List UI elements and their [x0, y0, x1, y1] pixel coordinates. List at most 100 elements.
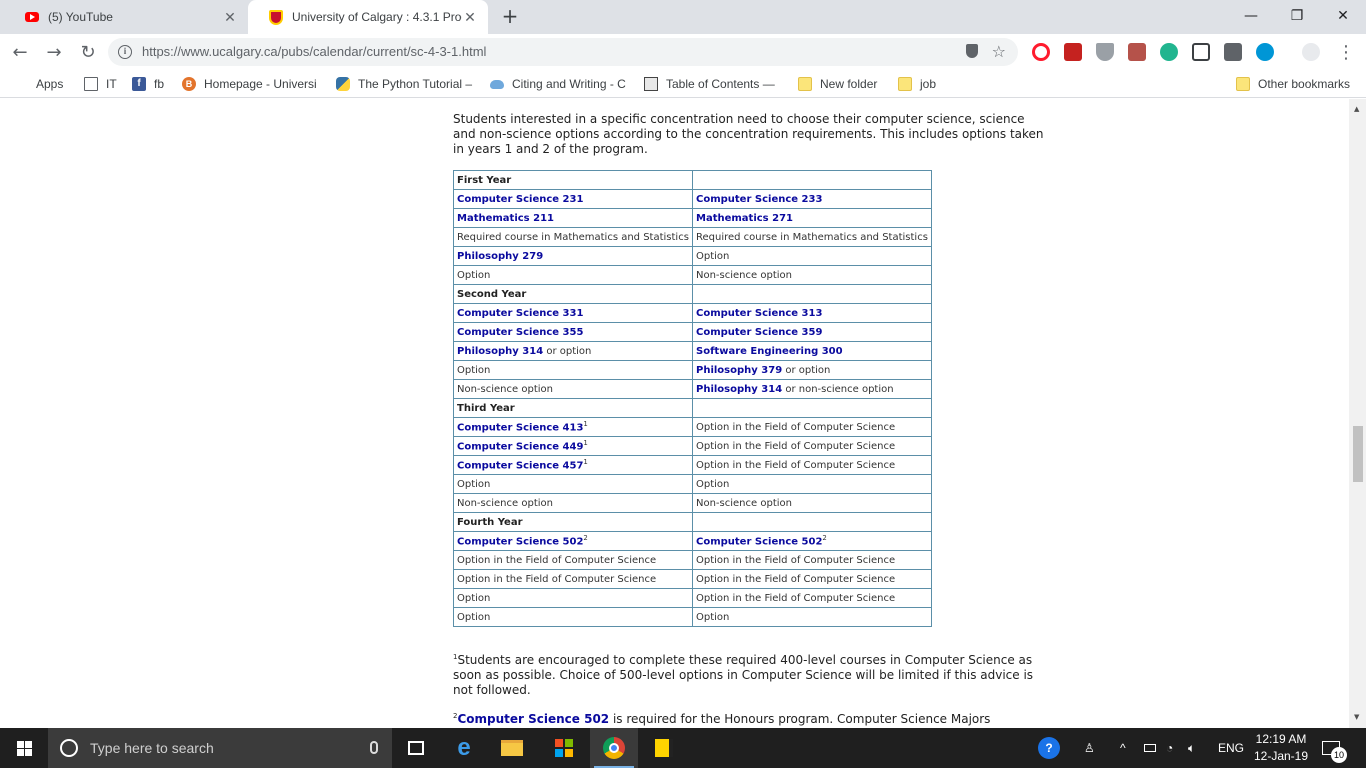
bookmark-apps[interactable]: Apps — [14, 75, 63, 93]
bookmark-citing-writing[interactable]: Citing and Writing - C — [490, 75, 626, 93]
volume-tray-icon[interactable]: 🔈︎ — [1188, 728, 1195, 768]
bookmark-homepage[interactable]: B Homepage - Universi — [182, 75, 317, 93]
shield-icon[interactable] — [966, 44, 978, 58]
wifi-tray-icon[interactable]: ◔ — [1166, 728, 1173, 768]
download-extension-icon[interactable] — [1096, 43, 1114, 61]
page-viewport: Students interested in a specific concen… — [0, 99, 1366, 728]
book-extension-icon[interactable] — [1064, 43, 1082, 61]
course-link[interactable]: Computer Science 502 — [457, 712, 609, 726]
reload-button[interactable]: ↻ — [76, 40, 100, 64]
forward-button[interactable]: → — [42, 40, 66, 64]
course-link[interactable]: Computer Science 457 — [457, 461, 583, 472]
language-indicator[interactable]: ENG — [1218, 728, 1244, 768]
python-icon — [336, 77, 350, 91]
course-link[interactable]: Philosophy 379 — [696, 365, 782, 376]
folder-icon — [798, 77, 812, 91]
course-link[interactable]: Philosophy 279 — [457, 251, 543, 262]
course-link[interactable]: Computer Science 359 — [696, 327, 822, 338]
close-icon[interactable]: ✕ — [222, 9, 238, 26]
back-button[interactable]: ← — [8, 40, 32, 64]
scroll-down-icon[interactable]: ▼ — [1354, 713, 1359, 721]
notifications-button[interactable]: 10 — [1322, 728, 1347, 768]
bookmark-other[interactable]: Other bookmarks — [1236, 75, 1350, 93]
close-window-button[interactable]: ✕ — [1320, 0, 1366, 32]
taskbar-search[interactable]: Type here to search — [48, 728, 392, 768]
table-cell: Philosophy 279 — [453, 246, 693, 266]
scrollbar-thumb[interactable] — [1353, 426, 1363, 482]
cell-text: Option — [457, 364, 491, 376]
table-cell: Computer Science 4571 — [453, 455, 693, 475]
bookmark-it[interactable]: IT — [84, 75, 117, 93]
course-link[interactable]: Mathematics 271 — [696, 213, 793, 224]
table-row: Computer Science 4571 Option in the Field… — [453, 455, 932, 475]
course-link[interactable]: Computer Science 502 — [457, 537, 583, 548]
hp-extension-icon[interactable] — [1256, 43, 1274, 61]
course-link[interactable]: Computer Science 233 — [696, 194, 822, 205]
table-cell: Option — [453, 474, 693, 494]
pocket-extension-icon[interactable] — [1224, 43, 1242, 61]
m-extension-icon[interactable] — [1160, 43, 1178, 61]
bookmark-new-folder[interactable]: New folder — [798, 75, 877, 93]
store-button[interactable] — [540, 728, 588, 768]
battery-tray-icon[interactable] — [1144, 728, 1156, 768]
table-cell: Non-science option — [692, 493, 932, 513]
table-cell: Option in the Field of Computer Science — [692, 550, 932, 570]
course-link[interactable]: Computer Science 413 — [457, 423, 583, 434]
system-clock[interactable]: 12:19 AM 12-Jan-19 — [1250, 731, 1312, 765]
course-link[interactable]: Philosophy 314 — [457, 346, 543, 357]
table-cell: Software Engineering 300 — [692, 341, 932, 361]
chrome-icon — [603, 737, 625, 759]
table-cell: Computer Science 359 — [692, 322, 932, 342]
scroll-up-icon[interactable]: ▲ — [1354, 105, 1359, 113]
close-icon[interactable]: ✕ — [462, 9, 478, 26]
profile-avatar-icon[interactable] — [1302, 43, 1320, 61]
course-link[interactable]: Computer Science 231 — [457, 194, 583, 205]
table-cell: Option in the Field of Computer Science — [692, 588, 932, 608]
table-row: Philosophy 279 Option — [453, 246, 932, 266]
table-cell: Option in the Field of Computer Science — [692, 455, 932, 475]
course-link[interactable]: Philosophy 314 — [696, 384, 782, 395]
show-hidden-icons[interactable]: ^ — [1120, 728, 1126, 768]
table-cell: Required course in Mathematics and Stati… — [692, 227, 932, 247]
course-link[interactable]: Mathematics 211 — [457, 213, 554, 224]
course-link[interactable]: Computer Science 313 — [696, 308, 822, 319]
chrome-button[interactable] — [590, 728, 638, 768]
table-cell: Option in the Field of Computer Science — [692, 436, 932, 456]
sticky-notes-button[interactable] — [640, 728, 688, 768]
start-button[interactable] — [0, 728, 48, 768]
minimize-button[interactable]: — — [1228, 0, 1274, 32]
info-icon[interactable]: i — [118, 45, 132, 59]
mic-icon[interactable] — [370, 741, 378, 754]
url-text[interactable]: https://www.ucalgary.ca/pubs/calendar/cu… — [142, 44, 486, 59]
restore-button[interactable]: ❐ — [1274, 0, 1320, 32]
edge-button[interactable]: e — [440, 728, 488, 768]
star-icon[interactable]: ☆ — [992, 42, 1006, 61]
pdf-extension-icon[interactable] — [1128, 43, 1146, 61]
bookmark-table-of-contents[interactable]: Table of Contents — — [644, 75, 775, 93]
task-view-button[interactable] — [392, 728, 440, 768]
page-scrollbar[interactable]: ▲ ▼ — [1349, 99, 1366, 728]
bookmark-python-tutorial[interactable]: The Python Tutorial – — [336, 75, 472, 93]
opera-extension-icon[interactable] — [1032, 43, 1050, 61]
cell-text: Required course in Mathematics and Stati… — [457, 231, 689, 243]
course-link[interactable]: Computer Science 502 — [696, 537, 822, 548]
cast-extension-icon[interactable] — [1192, 43, 1210, 61]
new-tab-button[interactable]: + — [500, 6, 520, 26]
address-bar[interactable]: i https://www.ucalgary.ca/pubs/calendar/… — [108, 38, 1018, 66]
menu-kebab-icon[interactable]: ⋮ — [1334, 40, 1358, 64]
course-link[interactable]: Computer Science 355 — [457, 327, 583, 338]
bookmark-fb[interactable]: f fb — [132, 75, 164, 93]
table-cell: Computer Science 5022 — [453, 531, 693, 551]
file-explorer-button[interactable] — [488, 728, 536, 768]
help-tray-icon[interactable]: ? — [1038, 728, 1060, 768]
bookmark-job[interactable]: job — [898, 75, 936, 93]
course-link[interactable]: Software Engineering 300 — [696, 346, 843, 357]
apps-icon — [14, 77, 28, 91]
table-row: Option in the Field of Computer Science O… — [453, 550, 932, 570]
tab-youtube[interactable]: (5) YouTube ✕ — [4, 0, 248, 34]
people-tray-icon[interactable]: ♙ — [1084, 728, 1095, 768]
course-link[interactable]: Computer Science 331 — [457, 308, 583, 319]
cell-suffix: or option — [543, 345, 592, 357]
tab-ucalgary[interactable]: University of Calgary : 4.3.1 Progr ✕ — [248, 0, 488, 34]
course-link[interactable]: Computer Science 449 — [457, 442, 583, 453]
